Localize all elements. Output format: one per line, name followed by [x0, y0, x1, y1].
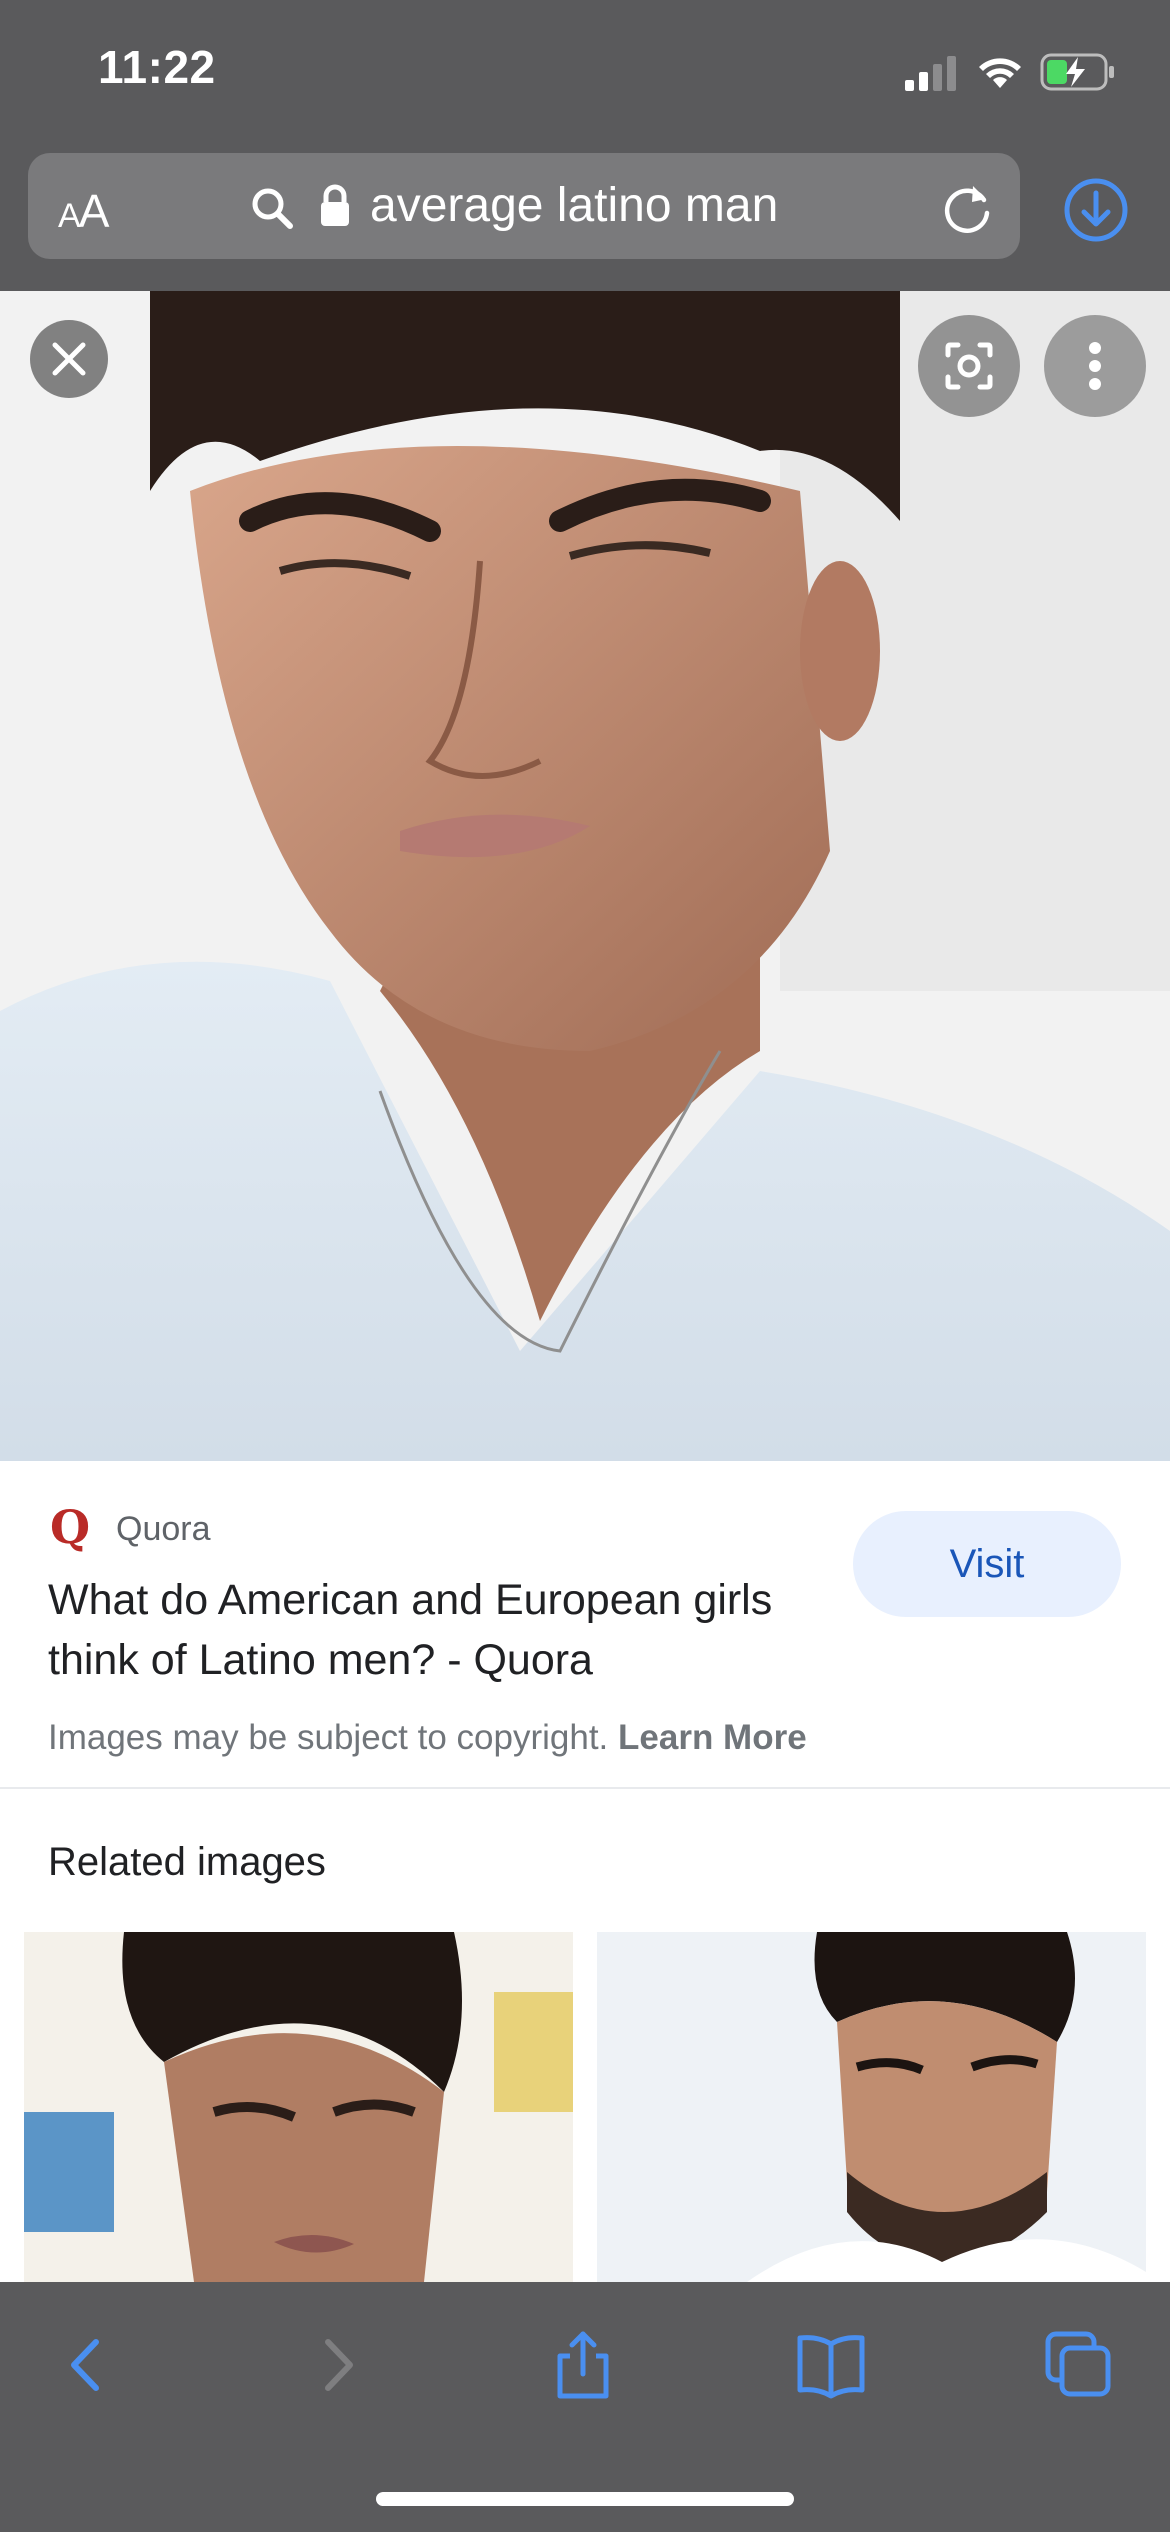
- related-image[interactable]: [24, 1932, 573, 2282]
- divider: [0, 1787, 1170, 1789]
- lens-button[interactable]: [918, 315, 1020, 417]
- url-text[interactable]: average latino man: [370, 178, 778, 233]
- close-icon: [52, 342, 86, 376]
- wifi-icon: [979, 58, 1021, 88]
- home-indicator[interactable]: [376, 2492, 794, 2506]
- forward-icon[interactable]: [302, 2330, 372, 2400]
- back-icon[interactable]: [52, 2330, 122, 2400]
- battery-charging-icon: [1040, 53, 1114, 91]
- search-icon: [252, 188, 293, 229]
- download-icon[interactable]: [1063, 177, 1129, 243]
- reload-icon[interactable]: [940, 180, 996, 236]
- source-name[interactable]: Quora: [116, 1510, 211, 1549]
- cellular-signal-icon: [905, 56, 956, 91]
- tabs-icon[interactable]: [1044, 2330, 1114, 2400]
- text-size-large-a: A: [78, 185, 110, 237]
- copyright-text: Images may be subject to copyright.: [48, 1718, 609, 1757]
- learn-more-link[interactable]: Learn More: [618, 1718, 807, 1757]
- more-vert-icon: [1089, 342, 1101, 390]
- related-image[interactable]: [597, 1932, 1146, 2282]
- result-title[interactable]: What do American and European girls thin…: [48, 1570, 848, 1690]
- text-size-small-a: A: [58, 197, 81, 235]
- more-options-button[interactable]: [1044, 315, 1146, 417]
- close-button[interactable]: [30, 320, 108, 398]
- visit-button[interactable]: Visit: [853, 1511, 1121, 1617]
- lens-icon: [945, 342, 993, 390]
- status-time: 11:22: [98, 41, 216, 93]
- text-size-button[interactable]: AA: [58, 184, 110, 238]
- related-images-heading: Related images: [48, 1840, 326, 1884]
- bookmarks-icon[interactable]: [796, 2330, 866, 2400]
- share-icon[interactable]: [548, 2330, 618, 2400]
- main-result-image[interactable]: [0, 291, 1170, 1461]
- quora-logo-icon: Q: [50, 1500, 91, 1554]
- copyright-notice: Images may be subject to copyright. Lear…: [48, 1718, 807, 1758]
- lock-icon: [321, 184, 349, 226]
